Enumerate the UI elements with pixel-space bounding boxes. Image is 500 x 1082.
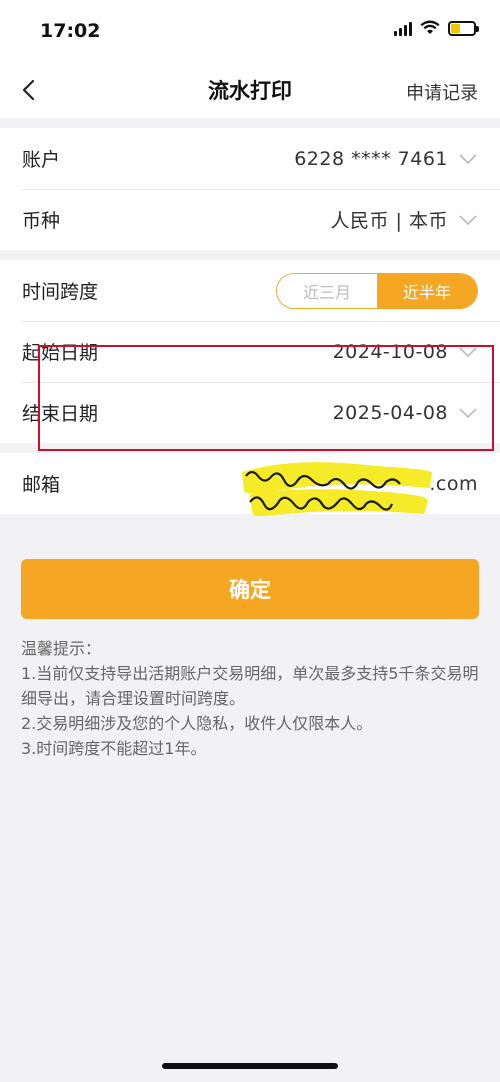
account-group: 账户 6228 **** 7461 币种 人民币 | 本币 xyxy=(0,128,500,250)
tips-section: 温馨提示： 1.当前仅支持导出活期账户交易明细，单次最多支持5千条交易明细导出，… xyxy=(21,636,481,761)
date-group: 时间跨度 近三月 近半年 起始日期 2024-10-08 结束日期 2025-0… xyxy=(0,260,500,443)
battery-icon xyxy=(448,20,479,36)
tips-line: 3.时间跨度不能超过1年。 xyxy=(21,739,207,758)
tips-title: 温馨提示： xyxy=(21,639,102,658)
time-span-row: 时间跨度 近三月 近半年 xyxy=(0,260,500,321)
end-date-row[interactable]: 结束日期 2025-04-08 xyxy=(0,382,500,443)
account-row[interactable]: 账户 6228 **** 7461 xyxy=(0,128,500,189)
cellular-signal-icon xyxy=(394,20,412,36)
redaction-scribble xyxy=(242,462,432,517)
currency-row[interactable]: 币种 人民币 | 本币 xyxy=(0,189,500,250)
nav-bar: 流水打印 申请记录 xyxy=(0,62,500,118)
end-date-label: 结束日期 xyxy=(22,403,99,425)
chevron-down-icon xyxy=(459,153,477,164)
time-span-label: 时间跨度 xyxy=(22,281,99,303)
status-bar: 17:02 xyxy=(0,0,500,62)
account-value: 6228 **** 7461 xyxy=(294,147,448,170)
email-value-suffix: .com xyxy=(429,472,478,495)
account-label: 账户 xyxy=(22,149,61,171)
status-icons xyxy=(394,20,479,36)
chevron-down-icon xyxy=(459,214,477,225)
currency-label: 币种 xyxy=(22,210,61,232)
page-title: 流水打印 xyxy=(208,79,292,103)
confirm-button[interactable]: 确定 xyxy=(21,559,479,619)
segment-half-year[interactable]: 近半年 xyxy=(377,273,477,308)
segment-three-months[interactable]: 近三月 xyxy=(277,273,377,308)
email-label: 邮箱 xyxy=(22,474,61,496)
time-span-segment: 近三月 近半年 xyxy=(276,272,478,309)
end-date-value: 2025-04-08 xyxy=(332,401,448,424)
wifi-icon xyxy=(420,20,440,34)
tips-line: 1.当前仅支持导出活期账户交易明细，单次最多支持5千条交易明细导出，请合理设置时… xyxy=(21,664,479,708)
apply-record-link[interactable]: 申请记录 xyxy=(406,79,478,105)
tips-line: 2.交易明细涉及您的个人隐私，收件人仅限本人。 xyxy=(21,714,373,733)
currency-value: 人民币 | 本币 xyxy=(330,210,448,232)
home-indicator[interactable] xyxy=(162,1063,338,1069)
status-time: 17:02 xyxy=(40,20,101,42)
start-date-label: 起始日期 xyxy=(22,342,99,364)
battery-fill xyxy=(451,23,460,33)
back-icon[interactable] xyxy=(18,78,42,102)
chevron-down-icon xyxy=(459,346,477,357)
chevron-down-icon xyxy=(459,407,477,418)
start-date-row[interactable]: 起始日期 2024-10-08 xyxy=(0,321,500,382)
start-date-value: 2024-10-08 xyxy=(332,340,448,363)
